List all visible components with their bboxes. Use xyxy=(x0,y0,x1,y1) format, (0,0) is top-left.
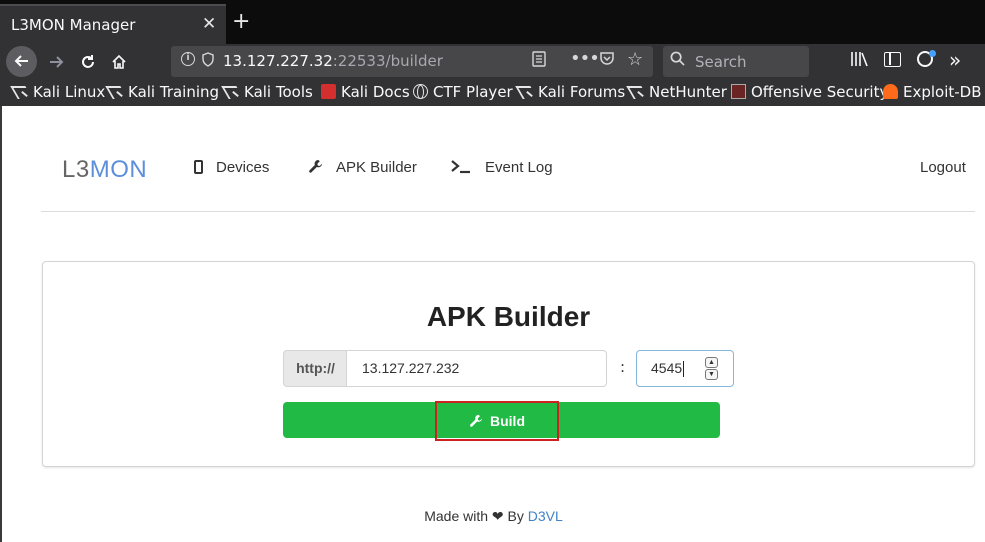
menu-label: Event Log xyxy=(485,159,553,176)
mobile-phone-icon xyxy=(194,160,203,174)
url-text[interactable]: 13.127.227.32:22533/builder xyxy=(223,52,443,70)
port-input[interactable]: 4545 ▲ ▼ xyxy=(636,350,734,387)
logo-prefix: L3 xyxy=(62,156,90,183)
back-button[interactable] xyxy=(6,46,37,77)
menu-label: Devices xyxy=(216,159,270,176)
tab-title: L3MON Manager xyxy=(11,16,136,34)
page-title: APK Builder xyxy=(426,301,591,332)
offsec-icon xyxy=(731,84,746,99)
bookmark-label: Kali Forums xyxy=(538,83,626,101)
bookmark-label: Kali Tools xyxy=(244,83,313,101)
bookmark-kali-training[interactable]: Kali Training xyxy=(108,83,219,101)
spinner-down-icon[interactable]: ▼ xyxy=(705,369,718,380)
tab-close-icon[interactable]: ✕ xyxy=(202,14,216,34)
search-icon xyxy=(670,51,685,66)
address-bar[interactable]: i 13.127.227.32:22533/builder ••• ☆ xyxy=(171,46,653,77)
overflow-menu-icon[interactable]: » xyxy=(949,48,961,72)
url-path: :22533/builder xyxy=(332,52,443,70)
site-info-icon[interactable]: i xyxy=(181,52,195,66)
bookmark-kali-docs[interactable]: Kali Docs xyxy=(321,83,410,101)
port-separator: : xyxy=(620,358,626,376)
bookmark-offensive-security[interactable]: Offensive Security xyxy=(731,83,888,101)
navigation-toolbar: i 13.127.227.32:22533/builder ••• ☆ Sear… xyxy=(0,44,985,80)
footer-text: Made with ❤ By xyxy=(424,508,524,524)
kali-dragon-icon xyxy=(629,84,644,99)
kali-dragon-icon xyxy=(518,84,533,99)
exploit-db-icon xyxy=(883,84,898,99)
app-logo[interactable]: L3MON xyxy=(62,156,147,184)
back-arrow-icon xyxy=(14,55,28,67)
home-button[interactable] xyxy=(104,47,134,77)
spinner-up-icon[interactable]: ▲ xyxy=(705,357,718,368)
terminal-icon xyxy=(451,160,470,174)
bookmark-label: NetHunter xyxy=(649,83,727,101)
footer: Made with ❤ By D3VL xyxy=(2,508,985,525)
search-placeholder: Search xyxy=(695,53,747,71)
bookmark-kali-forums[interactable]: Kali Forums xyxy=(518,83,625,101)
kali-dragon-icon xyxy=(108,84,123,99)
builder-card: APK Builder http:// 13.127.227.232 : 454… xyxy=(42,261,975,467)
bookmark-label: Kali Linux xyxy=(33,83,106,101)
wrench-icon xyxy=(309,159,323,173)
globe-icon xyxy=(413,84,428,99)
bookmark-star-icon[interactable]: ☆ xyxy=(627,49,643,70)
bookmark-label: Exploit-DB xyxy=(903,83,982,101)
menu-item-devices[interactable]: Devices xyxy=(194,159,269,176)
menu-item-event-log[interactable]: Event Log xyxy=(450,159,553,176)
bookmark-label: Kali Docs xyxy=(341,83,410,101)
sidebar-toggle-icon[interactable] xyxy=(884,52,901,67)
kali-docs-icon xyxy=(321,84,336,99)
pocket-icon[interactable] xyxy=(599,51,615,66)
active-tab[interactable]: L3MON Manager ✕ xyxy=(0,4,226,44)
host-input[interactable]: 13.127.227.232 xyxy=(346,350,607,387)
author-link[interactable]: D3VL xyxy=(528,508,563,524)
new-tab-button[interactable]: + xyxy=(232,9,250,35)
kali-dragon-icon xyxy=(224,84,239,99)
bookmark-label: Offensive Security xyxy=(751,83,889,101)
bookmark-nethunter[interactable]: NetHunter xyxy=(629,83,727,101)
kali-dragon-icon xyxy=(13,84,28,99)
page-content: L3MON Devices APK Builder Event Log Logo… xyxy=(2,106,985,542)
build-label: Build xyxy=(490,413,525,429)
tracking-shield-icon[interactable] xyxy=(202,52,214,67)
url-host: 13.127.227.32 xyxy=(223,52,333,70)
account-notification-badge xyxy=(929,50,936,57)
reader-view-icon[interactable] xyxy=(532,51,546,67)
bookmark-kali-linux[interactable]: Kali Linux xyxy=(13,83,105,101)
logo-accent: MON xyxy=(89,156,148,183)
reload-button[interactable] xyxy=(73,47,103,77)
text-caret xyxy=(683,361,684,377)
menu-item-apk-builder[interactable]: APK Builder xyxy=(308,159,417,176)
bookmark-kali-tools[interactable]: Kali Tools xyxy=(224,83,313,101)
menu-divider xyxy=(41,211,975,212)
home-icon xyxy=(112,54,126,69)
bookmark-exploit-db[interactable]: Exploit-DB xyxy=(883,83,982,101)
protocol-label: http:// xyxy=(283,350,347,387)
forward-button[interactable] xyxy=(41,47,71,77)
forward-arrow-icon xyxy=(50,56,64,68)
search-bar[interactable]: Search xyxy=(663,46,809,77)
page-actions-icon[interactable]: ••• xyxy=(570,48,600,69)
reload-icon xyxy=(82,55,94,68)
bookmarks-toolbar: Kali Linux Kali Training Kali Tools Kali… xyxy=(0,80,985,106)
menu-label: APK Builder xyxy=(336,159,417,176)
build-button[interactable]: Build xyxy=(435,401,559,441)
tab-strip: L3MON Manager ✕ + xyxy=(0,0,985,44)
library-icon[interactable] xyxy=(850,51,868,67)
bookmark-ctf-player[interactable]: CTF Player xyxy=(413,83,513,101)
logout-link[interactable]: Logout xyxy=(920,159,966,176)
port-value: 4545 xyxy=(651,360,683,376)
wrench-icon xyxy=(470,414,483,427)
bookmark-label: CTF Player xyxy=(433,83,513,101)
bookmark-label: Kali Training xyxy=(128,83,220,101)
